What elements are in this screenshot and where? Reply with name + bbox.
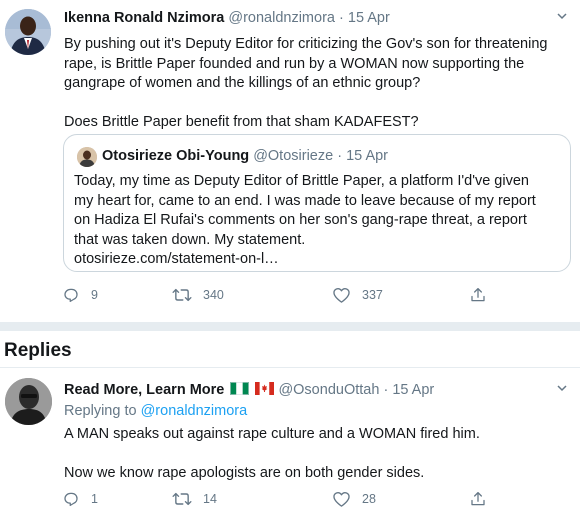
author-handle[interactable]: @OsonduOttah [278,382,379,398]
like-count: 28 [362,492,376,506]
reply-paragraph: Now we know rape apologists are on both … [64,465,425,481]
tweet-paragraph: By pushing out it's Deputy Editor for cr… [64,36,548,91]
retweet-icon [172,288,192,302]
quoted-date: 15 Apr [346,148,389,164]
quoted-link: otosirieze.com/statement-on-l… [74,251,279,267]
reply-header: Read More, Learn More @OsonduOttah · 15 … [64,382,434,398]
retweet-count: 340 [203,288,224,302]
quoted-author-handle: @Otosirieze [253,148,334,164]
heart-icon [333,287,350,303]
share-button[interactable] [469,286,487,304]
tweet-text: By pushing out it's Deputy Editor for cr… [64,35,569,133]
replying-to: Replying to @ronaldnzimora [64,403,247,419]
heart-icon [333,491,350,507]
like-count: 337 [362,288,383,302]
quoted-tweet[interactable]: Otosirieze Obi-Young @Otosirieze · 15 Ap… [63,134,571,272]
replying-prefix: Replying to [64,403,137,419]
tweet-date[interactable]: 15 Apr [392,382,434,398]
quoted-line: that was taken down. My statement. [74,231,306,248]
avatar[interactable] [5,378,52,425]
reply-count: 1 [91,492,98,506]
reply-tweet[interactable]: Read More, Learn More @OsonduOttah · 15 … [0,368,580,520]
share-icon [471,287,485,302]
quoted-line: Today, my time as Deputy Editor of Britt… [74,173,529,189]
reply-text: A MAN speaks out against rape culture an… [64,425,569,484]
share-icon [471,491,485,506]
author-handle[interactable]: @ronaldnzimora [228,10,335,26]
retweet-button[interactable]: 340 [172,286,224,304]
canada-flag-icon [255,382,275,395]
chevron-down-icon[interactable] [556,382,568,397]
header-separator: · [383,382,389,398]
replying-to-link[interactable]: @ronaldnzimora [141,403,248,419]
retweet-count: 14 [203,492,217,506]
reply-icon [64,288,78,303]
author-name[interactable]: Ikenna Ronald Nzimora [64,10,224,26]
quoted-line: on Hadiza El Rufai's comments on her son… [74,212,527,228]
share-button[interactable] [469,490,487,508]
quoted-text: Today, my time as Deputy Editor of Britt… [74,172,564,270]
reply-button[interactable]: 1 [62,490,98,508]
reply-actions: 1 14 28 [62,490,522,510]
header-separator: · [339,10,344,26]
quoted-author-name: Otosirieze Obi-Young [102,148,250,164]
avatar-image [5,378,52,425]
section-divider [0,322,580,331]
reply-button[interactable]: 9 [62,286,98,304]
quoted-line: my heart for, came to an end. I was made… [74,192,536,209]
quoted-avatar[interactable] [77,147,97,167]
replies-heading: Replies [4,340,72,361]
like-button[interactable]: 337 [332,286,383,304]
reply-icon [64,492,78,507]
tweet-actions: 9 340 337 [62,286,522,306]
retweet-icon [172,492,192,506]
like-button[interactable]: 28 [332,490,376,508]
nigeria-flag-icon [230,382,250,395]
main-tweet[interactable]: Ikenna Ronald Nzimora @ronaldnzimora · 1… [0,0,580,322]
tweet-date[interactable]: 15 Apr [348,10,390,26]
reply-count: 9 [91,288,98,302]
author-name[interactable]: Read More, Learn More [64,382,224,398]
tweet-header: Ikenna Ronald Nzimora @ronaldnzimora · 1… [64,10,390,26]
reply-paragraph: A MAN speaks out against rape culture an… [64,426,480,442]
avatar-image [5,9,51,55]
header-separator: · [337,148,343,164]
tweet-paragraph: Does Brittle Paper benefit from that sha… [64,114,419,130]
avatar[interactable] [5,9,51,55]
retweet-button[interactable]: 14 [172,490,217,508]
chevron-down-icon[interactable] [556,10,568,25]
quoted-header: Otosirieze Obi-Young @Otosirieze · 15 Ap… [102,148,388,164]
